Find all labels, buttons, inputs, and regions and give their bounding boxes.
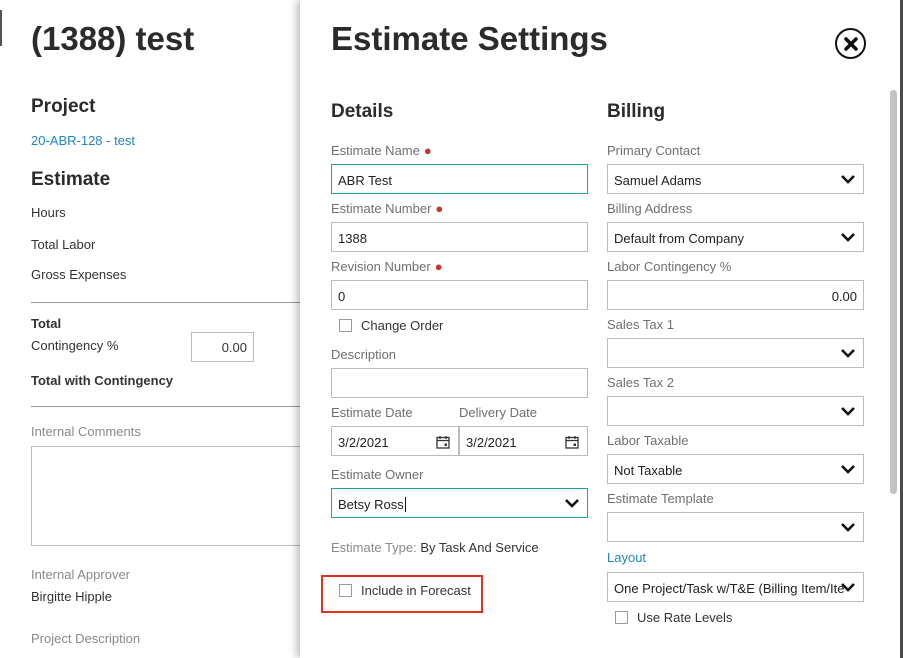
- chevron-down-icon: [841, 465, 855, 474]
- labor-contingency-label: Labor Contingency %: [607, 259, 732, 274]
- use-rate-levels-checkbox[interactable]: [615, 611, 628, 624]
- hours-label: Hours: [31, 205, 66, 220]
- sales-tax-2-label: Sales Tax 2: [607, 375, 674, 390]
- sales-tax-1-label: Sales Tax 1: [607, 317, 674, 332]
- total-label: Total: [31, 316, 62, 331]
- labor-contingency-input[interactable]: 0.00: [607, 280, 864, 310]
- estimate-type: Estimate Type: By Task And Service: [331, 540, 539, 555]
- scrollbar-thumb[interactable]: [890, 90, 897, 494]
- panel-title: Estimate Settings: [331, 20, 608, 57]
- estimate-date-input[interactable]: 3/2/2021: [331, 426, 459, 456]
- estimate-owner-select[interactable]: Betsy Ross: [331, 488, 588, 518]
- description-label: Description: [331, 347, 397, 362]
- required-indicator: ●: [435, 201, 444, 216]
- internal-approver-value: Birgitte Hipple: [31, 589, 112, 604]
- internal-comments-textarea[interactable]: [31, 446, 311, 546]
- change-order-label: Change Order: [361, 318, 444, 333]
- close-circle-icon: [843, 36, 858, 51]
- use-rate-levels-label: Use Rate Levels: [637, 610, 733, 625]
- labor-taxable-label: Labor Taxable: [607, 433, 689, 448]
- revision-number-input[interactable]: 0: [331, 280, 588, 310]
- chevron-down-icon: [565, 499, 579, 508]
- calendar-icon[interactable]: [436, 435, 450, 449]
- labor-taxable-select[interactable]: Not Taxable: [607, 454, 864, 484]
- layout-label: Layout: [607, 550, 647, 565]
- required-indicator: ●: [434, 259, 443, 274]
- total-labor-label: Total Labor: [31, 237, 96, 252]
- close-button[interactable]: [835, 28, 866, 59]
- details-heading: Details: [331, 101, 394, 122]
- required-indicator: ●: [423, 143, 432, 158]
- chevron-down-icon: [841, 523, 855, 532]
- primary-contact-select[interactable]: Samuel Adams: [607, 164, 864, 194]
- estimate-number-input[interactable]: 1388: [331, 222, 588, 252]
- window-edge: [0, 10, 2, 46]
- total-with-contingency-label: Total with Contingency: [31, 373, 174, 388]
- billing-address-label: Billing Address: [607, 201, 693, 216]
- estimate-template-select[interactable]: [607, 512, 864, 542]
- primary-contact-label: Primary Contact: [607, 143, 701, 158]
- internal-approver-label: Internal Approver: [31, 567, 131, 582]
- chevron-down-icon: [841, 349, 855, 358]
- layout-select[interactable]: One Project/Task w/T&E (Billing Item/Ite: [607, 572, 864, 602]
- scrollbar[interactable]: [886, 88, 900, 658]
- billing-address-select[interactable]: Default from Company: [607, 222, 864, 252]
- contingency-label: Contingency %: [31, 338, 119, 353]
- estimate-name-input[interactable]: ABR Test: [331, 164, 588, 194]
- contingency-input[interactable]: 0.00: [191, 332, 254, 362]
- revision-number-label: Revision Number ●: [331, 259, 443, 274]
- include-in-forecast-checkbox[interactable]: [339, 584, 352, 597]
- estimate-name-label: Estimate Name ●: [331, 143, 432, 158]
- project-description-label: Project Description: [31, 631, 141, 646]
- billing-heading: Billing: [607, 101, 666, 122]
- chevron-down-icon: [841, 407, 855, 416]
- divider: [31, 302, 300, 303]
- delivery-date-label: Delivery Date: [459, 405, 538, 420]
- divider: [31, 406, 300, 407]
- change-order-checkbox[interactable]: [339, 319, 352, 332]
- text-cursor: [404, 497, 406, 512]
- include-in-forecast-label: Include in Forecast: [361, 583, 471, 598]
- delivery-date-input[interactable]: 3/2/2021: [459, 426, 588, 456]
- estimate-number-label: Estimate Number ●: [331, 201, 444, 216]
- chevron-down-icon: [841, 175, 855, 184]
- page-title: (1388) test: [31, 20, 195, 57]
- estimate-settings-panel: Estimate Settings Details Estimate Name ●…: [300, 0, 903, 658]
- sales-tax-1-select[interactable]: [607, 338, 864, 368]
- chevron-down-icon: [841, 583, 855, 592]
- sales-tax-2-select[interactable]: [607, 396, 864, 426]
- internal-comments-label: Internal Comments: [31, 424, 141, 439]
- estimate-date-label: Estimate Date: [331, 405, 413, 420]
- estimate-owner-label: Estimate Owner: [331, 467, 424, 482]
- project-heading: Project: [31, 96, 96, 117]
- estimate-heading: Estimate: [31, 169, 111, 190]
- description-input[interactable]: [331, 368, 588, 398]
- gross-expenses-label: Gross Expenses: [31, 267, 127, 282]
- estimate-template-label: Estimate Template: [607, 491, 714, 506]
- chevron-down-icon: [841, 233, 855, 242]
- calendar-icon[interactable]: [565, 435, 579, 449]
- project-link[interactable]: 20-ABR-128 - test: [31, 133, 135, 148]
